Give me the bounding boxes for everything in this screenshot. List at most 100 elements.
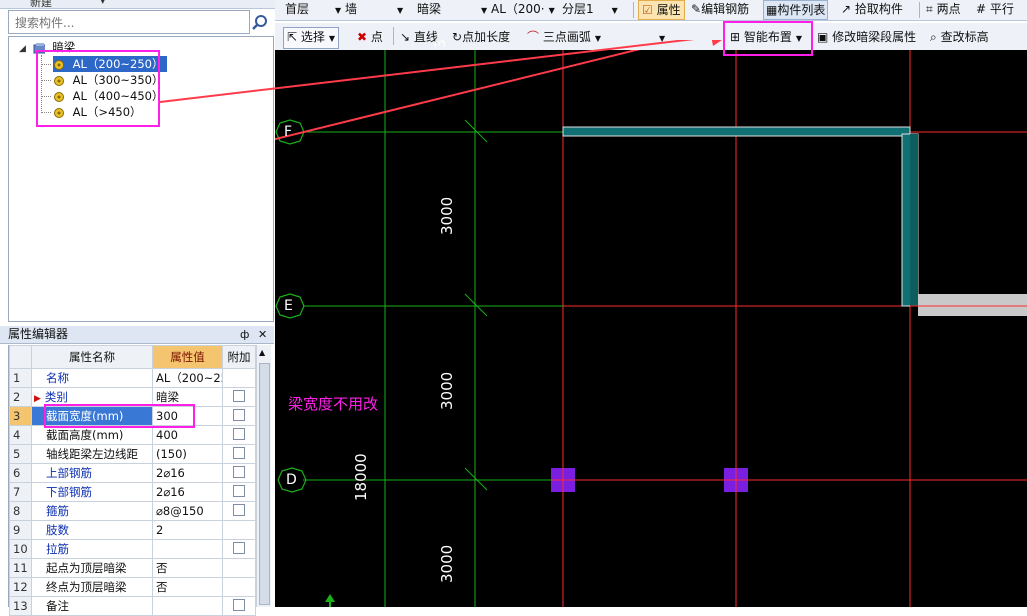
property-value[interactable]: ⌀8@150 [152, 501, 223, 521]
annotation-arrow-left [160, 40, 722, 103]
property-extra [222, 596, 256, 616]
property-value[interactable]: 2⌀16 [152, 463, 223, 483]
property-value[interactable]: 400 [152, 425, 223, 445]
property-row[interactable]: 8 箍筋 ⌀8@150 [9, 501, 256, 521]
property-value[interactable] [152, 596, 223, 616]
rebar-icon: ✎ [691, 2, 702, 16]
edit-rebar-button[interactable]: ✎编辑钢筋 [691, 0, 749, 18]
category-select[interactable]: 墙 ▼ [345, 0, 403, 18]
property-extra [222, 558, 256, 578]
row-number: 13 [9, 596, 32, 616]
layer-select[interactable]: 分层1 ▼ [562, 0, 618, 18]
extra-checkbox[interactable] [233, 389, 245, 402]
property-row[interactable]: 6 上部钢筋 2⌀16 [9, 463, 256, 483]
property-extra [222, 425, 256, 445]
property-row[interactable]: 11 起点为顶层暗梁否 [9, 558, 256, 578]
modify-beam-segment-button[interactable]: ▣ 修改暗梁段属性 [817, 28, 916, 46]
two-points-button[interactable]: ⌗ 两点 [926, 0, 961, 18]
property-value[interactable]: 2⌀16 [152, 482, 223, 502]
scroll-thumb[interactable] [259, 363, 270, 605]
property-row[interactable]: 12 终点为顶层暗梁否 [9, 577, 256, 597]
property-grid: 属性名称 属性值 附加 1 名称 AL（200~25 2 ▶ 类别 暗梁 3 截面宽度(mm) 3… [8, 345, 256, 616]
property-row[interactable]: 13 备注 [9, 596, 256, 616]
col-header-value: 属性值 [152, 345, 223, 369]
slab-gray[interactable] [918, 294, 1027, 316]
highlight-tree-items [36, 50, 160, 127]
close-icon[interactable]: ✕ [258, 326, 267, 343]
dim-tick [464, 119, 488, 143]
collapse-icon[interactable]: ◢ [19, 44, 26, 54]
property-name: 起点为顶层暗梁 [31, 558, 153, 578]
row-number: 4 [9, 425, 32, 445]
type-select[interactable]: 暗梁 ▼ [417, 0, 487, 18]
search-input[interactable] [13, 13, 249, 33]
drawing-svg [161, 22, 1027, 607]
property-row[interactable]: 5 轴线距梁左边线距 (150) [9, 444, 256, 464]
row-number: 8 [9, 501, 32, 521]
annotation-note: 梁宽度不用改 [288, 395, 379, 413]
row-number: 5 [9, 444, 32, 464]
property-row[interactable]: 1 名称 AL（200~25 [9, 368, 256, 388]
extra-checkbox[interactable] [233, 427, 245, 440]
property-row[interactable]: 7 下部钢筋 2⌀16 [9, 482, 256, 502]
row-number: 9 [9, 520, 32, 540]
property-row[interactable]: 10 拉筋 [9, 539, 256, 559]
wall-horizontal[interactable] [562, 126, 911, 137]
dim-3000: 3000 [438, 196, 456, 235]
properties-button[interactable]: ☑ 属性 [638, 0, 685, 20]
row-pointer-icon: ▶ [34, 394, 41, 404]
property-row[interactable]: 9 肢数 2 [9, 520, 256, 540]
property-value[interactable]: 2 [152, 520, 223, 540]
check-elevation-button[interactable]: ⌕ 查改标高 [930, 28, 989, 46]
property-name: 上部钢筋 [31, 463, 153, 483]
property-value[interactable]: 否 [152, 577, 223, 597]
property-extra [222, 520, 256, 540]
search-box[interactable] [8, 10, 250, 34]
dim-18000: 18000 [352, 453, 370, 501]
property-extra [222, 539, 256, 559]
vertical-scrollbar[interactable]: ▲ [256, 345, 271, 607]
property-value[interactable] [152, 539, 223, 559]
property-editor-header: 属性编辑器 ф ✕ [0, 326, 274, 344]
parallel-button[interactable]: # 平行 [976, 0, 1014, 18]
property-name: 肢数 [31, 520, 153, 540]
chevron-down-icon: ▼ [548, 6, 555, 15]
scroll-up-icon[interactable]: ▲ [259, 348, 265, 357]
property-name: 备注 [31, 596, 153, 616]
axis-label-f: F [284, 124, 293, 140]
member-list-button[interactable]: ▦构件列表 [763, 0, 829, 20]
extra-checkbox[interactable] [233, 408, 245, 421]
extra-checkbox[interactable] [233, 598, 245, 611]
extra-checkbox[interactable] [233, 541, 245, 554]
property-name: 截面高度(mm) [31, 425, 153, 445]
drawing-canvas[interactable]: F E D 3 3000 3000 3000 18000 梁宽度不用改 [161, 22, 1027, 607]
extra-checkbox[interactable] [233, 503, 245, 516]
property-value[interactable]: AL（200~25 [152, 368, 223, 388]
top-toolbar: 首层 ▼ 墙 ▼ 暗梁 ▼ AL（200· ▼ 分层1 ▼ ☑ 属性 ✎编辑钢筋 ▦构件列… [275, 0, 1027, 21]
floor-select[interactable]: 首层 ▼ [285, 0, 341, 18]
extra-checkbox[interactable] [233, 484, 245, 497]
left-toolbar: 新建 ▾ [0, 0, 275, 9]
extra-checkbox[interactable] [233, 446, 245, 459]
row-number: 12 [9, 577, 32, 597]
chevron-down-icon: ▼ [335, 6, 342, 15]
property-name: 拉筋 [31, 539, 153, 559]
search-button[interactable] [249, 10, 271, 34]
member-select[interactable]: AL（200· ▼ [491, 0, 555, 18]
property-row[interactable]: 4 截面高度(mm) 400 [9, 425, 256, 445]
dropdown-arrow-icon[interactable]: ▾ [100, 0, 106, 7]
axis-label-d: D [286, 472, 297, 488]
highlight-width-row [44, 404, 195, 428]
row-number: 3 [9, 406, 32, 426]
pin-icon[interactable]: ф [240, 326, 249, 343]
extra-checkbox[interactable] [233, 465, 245, 478]
property-value[interactable]: (150) [152, 444, 223, 464]
property-extra [222, 368, 256, 388]
two-points-icon: ⌗ [926, 2, 933, 16]
pick-member-button[interactable]: ↗ 拾取构件 [841, 0, 903, 18]
row-number: 11 [9, 558, 32, 578]
elevation-icon: ⌕ [930, 30, 937, 44]
new-button[interactable]: 新建 [30, 0, 52, 8]
property-value[interactable]: 否 [152, 558, 223, 578]
chevron-down-icon: ▼ [611, 6, 618, 15]
